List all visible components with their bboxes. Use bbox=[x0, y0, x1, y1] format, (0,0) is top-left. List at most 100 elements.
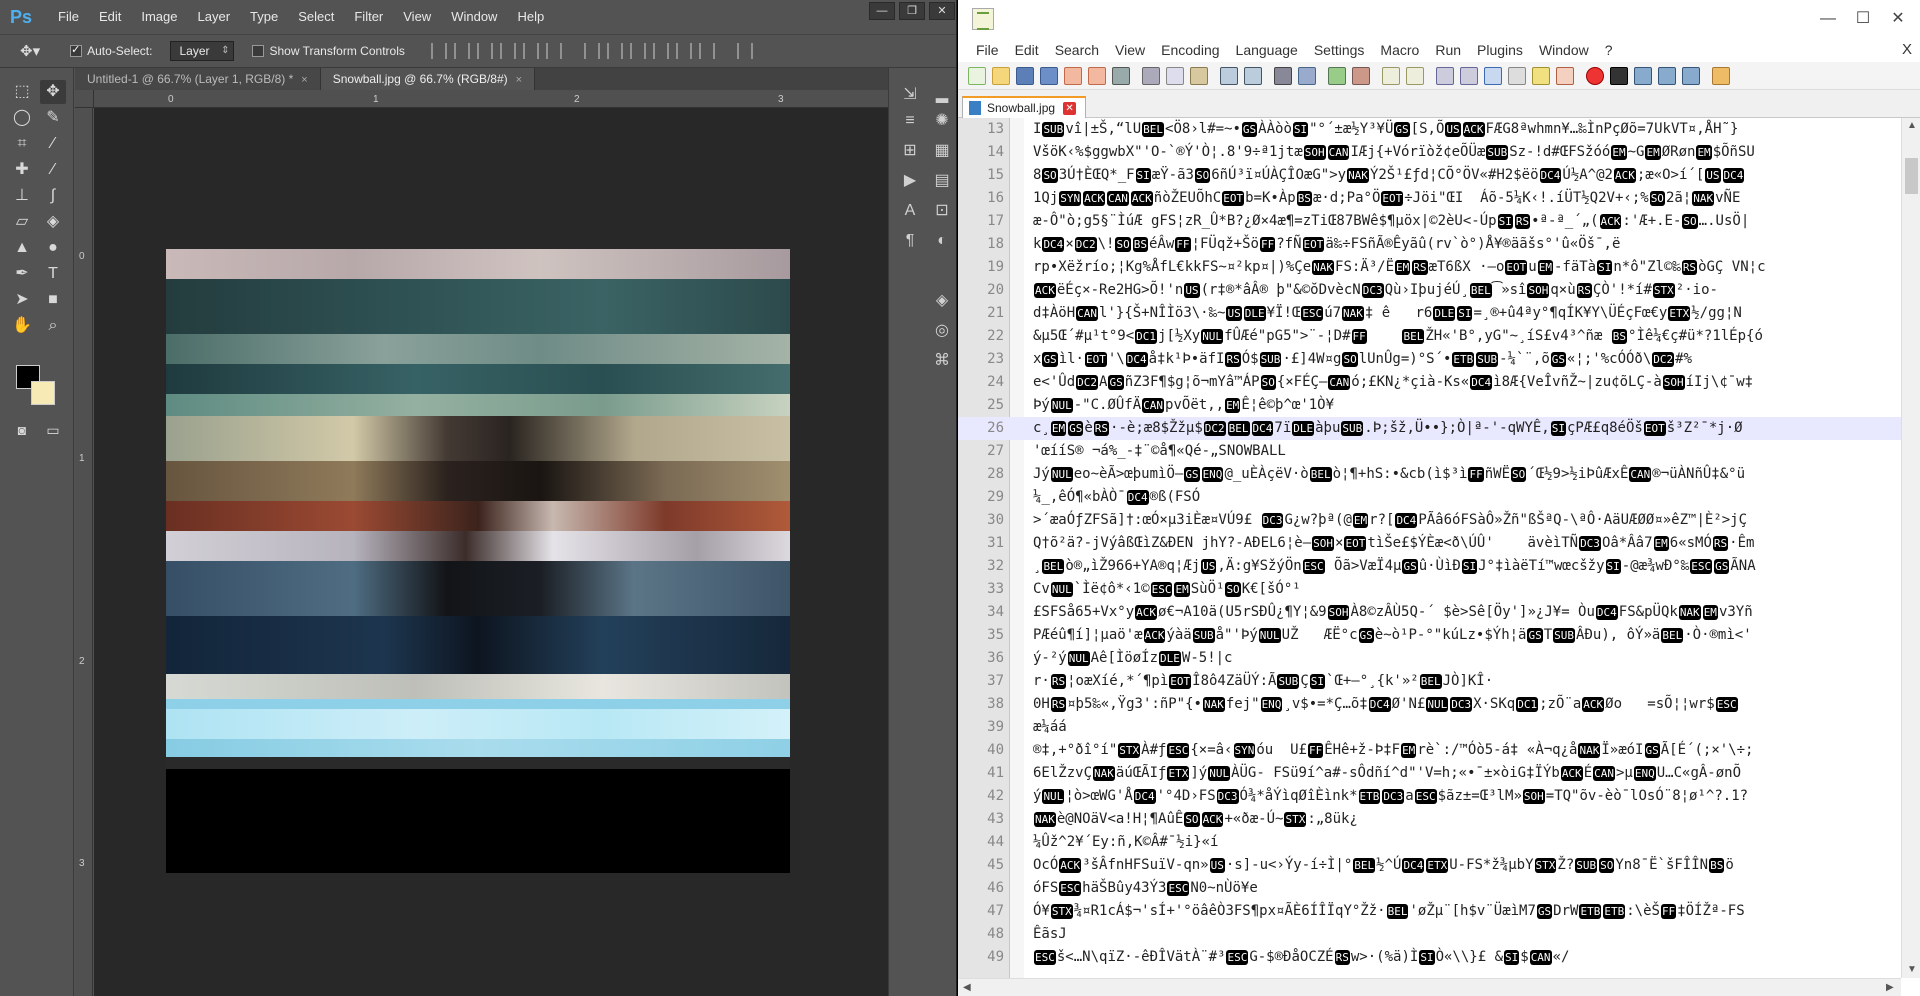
find-icon[interactable] bbox=[1274, 67, 1292, 85]
code-line[interactable]: 28 Jý NUL eo~èÃ>œþumìÖ— GS ENQ @_uÈÀçëV·ò BEL ò¦… bbox=[958, 463, 1901, 486]
npp-menu-window[interactable]: Window bbox=[1531, 38, 1597, 62]
code-line[interactable]: 14 VšöK‹%$ggwbX"'O-`®Ý'Ò¦.8'9÷ª1jtæ SOH CAN… bbox=[958, 141, 1901, 164]
brush-panel-icon[interactable]: ⊞ bbox=[895, 138, 925, 164]
npp-editor[interactable]: 13 I SUB vî|±Š,“lU BEL <Ö8›l#=~• GS ÀÀòò SI "°´±æ… bbox=[958, 118, 1901, 978]
lasso-tool-icon[interactable]: ◯ bbox=[9, 106, 35, 130]
styles-panel-icon[interactable]: ⊡ bbox=[927, 198, 956, 224]
distribute-right-icon[interactable] bbox=[698, 43, 715, 59]
code-line[interactable]: 13 I SUB vî|±Š,“lU BEL <Ö8›l#=~• GS ÀÀòò SI "°´±æ… bbox=[958, 118, 1901, 141]
distribute-vcenter-icon[interactable] bbox=[606, 43, 623, 59]
blur-tool-icon[interactable]: ▲ bbox=[9, 236, 35, 260]
character-panel-icon[interactable]: A bbox=[895, 198, 925, 224]
code-line[interactable]: 20 ACK ëÉç×-Re2HG>Õ!'n US (r‡®*âÂ® þ"&©ŏDvèc… bbox=[958, 279, 1901, 302]
ps-menu-file[interactable]: File bbox=[48, 0, 89, 34]
code-line[interactable]: 27 'œííS® ¬á%_-‡¨©å¶«Qé-„SNOWBALL bbox=[958, 440, 1901, 463]
marquee-tool-icon[interactable]: ⬚ bbox=[9, 80, 35, 104]
code-line[interactable]: 49 ESC š<…N\qïZ·-êÐÎVätÀ¨#³ ESC G-$®ÐåOCZÉ RS… bbox=[958, 946, 1901, 969]
quick-select-tool-icon[interactable]: ✎ bbox=[40, 106, 66, 130]
record-macro-icon[interactable] bbox=[1586, 67, 1604, 85]
npp-menu-help[interactable]: ? bbox=[1597, 38, 1621, 62]
code-line[interactable]: 37 r· RS ¦oæXíé,*´¶pì EOT Î8ô4ZäÜÝ:Ã SUB Ç SI `Œ+… bbox=[958, 670, 1901, 693]
code-line[interactable]: 48 ÊãsJ bbox=[958, 923, 1901, 946]
auto-select-dropdown[interactable]: Layer bbox=[170, 41, 235, 61]
plugin-icon[interactable] bbox=[1712, 67, 1730, 85]
save-macro-icon[interactable] bbox=[1682, 67, 1700, 85]
npp-menu-macro[interactable]: Macro bbox=[1372, 38, 1427, 62]
close-icon[interactable]: ✕ bbox=[1063, 101, 1077, 115]
code-line[interactable]: 47 Ó¥ STX ¾¤R1cÁ$¬'sÍ+'°öâêÒ3FS¶px¤ÃÈ6ÍÎÏqY… bbox=[958, 900, 1901, 923]
open-file-icon[interactable] bbox=[992, 67, 1010, 85]
npp-menu-encoding[interactable]: Encoding bbox=[1153, 38, 1227, 62]
ps-menu-type[interactable]: Type bbox=[240, 0, 288, 34]
undo-icon[interactable] bbox=[1220, 67, 1238, 85]
code-line[interactable]: 36 ý-²ý NUL Aê[ÌöøÍz DLE W-5!|c bbox=[958, 647, 1901, 670]
type-tool-icon[interactable]: T bbox=[40, 262, 66, 286]
scroll-up-icon[interactable]: ▲ bbox=[1907, 120, 1917, 131]
close-icon[interactable]: × bbox=[301, 74, 307, 86]
code-line[interactable]: 38 0H RS ¤þ5‰«,Ÿg3':ñP"{• NAK fej" ENQ ¸v$•=*Ç…… bbox=[958, 693, 1901, 716]
npp-menu-view[interactable]: View bbox=[1107, 38, 1153, 62]
history-brush-icon[interactable]: ∫ bbox=[40, 184, 66, 208]
shape-tool-icon[interactable]: ■ bbox=[40, 288, 66, 312]
word-wrap-icon[interactable] bbox=[1436, 67, 1454, 85]
play-action-icon[interactable]: ▶ bbox=[895, 168, 925, 194]
code-line[interactable]: 39 æ¼áá bbox=[958, 716, 1901, 739]
new-file-icon[interactable] bbox=[968, 67, 986, 85]
auto-select-checkbox[interactable] bbox=[70, 43, 83, 57]
code-line[interactable]: 42 ý NUL ¦ò>œWG'Å DC4 '°4D›FS DC3 Ó¾*åÝìqØîÈìnk… bbox=[958, 785, 1901, 808]
move-tool-icon[interactable]: ✥▾ bbox=[20, 42, 40, 60]
paths-panel-icon[interactable]: ⌘ bbox=[927, 348, 956, 374]
code-line[interactable]: 34 £SFSå65+Vx°y ACK ø€¬A10ä(U5rSÐÛ¿¶Y¦&9 SOH… bbox=[958, 601, 1901, 624]
align-top-icon[interactable] bbox=[430, 43, 447, 59]
horizontal-scrollbar[interactable]: ◀ ▶ bbox=[958, 978, 1901, 996]
copy-icon[interactable] bbox=[1166, 67, 1184, 85]
ps-minimize-button[interactable]: — bbox=[869, 2, 895, 20]
zoom-out-icon[interactable] bbox=[1352, 67, 1370, 85]
run-macro-multiple-icon[interactable] bbox=[1658, 67, 1676, 85]
ps-menu-help[interactable]: Help bbox=[507, 0, 554, 34]
properties-panel-icon[interactable]: ≡ bbox=[895, 108, 925, 134]
distribute-left-icon[interactable] bbox=[652, 43, 669, 59]
scroll-down-icon[interactable]: ▼ bbox=[1907, 964, 1917, 975]
quick-mask-icon[interactable]: ◙ bbox=[9, 418, 35, 442]
layers-panel-icon[interactable]: ◈ bbox=[927, 288, 956, 314]
crop-tool-icon[interactable]: ⌗ bbox=[9, 132, 35, 156]
code-line[interactable]: 24 e<'Ûd DC2 A GS ñZ3F¶$g¦õ¬mYâ™ÁP SO {×FÉÇ— CAN… bbox=[958, 371, 1901, 394]
horizontal-ruler[interactable]: 0 1 2 3 bbox=[94, 90, 888, 108]
align-hcenter-icon[interactable] bbox=[522, 43, 539, 59]
npp-menu-plugins[interactable]: Plugins bbox=[1469, 38, 1531, 62]
redo-icon[interactable] bbox=[1244, 67, 1262, 85]
move-tool-icon[interactable]: ✥ bbox=[40, 80, 66, 104]
path-select-tool-icon[interactable]: ➤ bbox=[9, 288, 35, 312]
ps-menu-window[interactable]: Window bbox=[441, 0, 507, 34]
code-line[interactable]: 25 Þý NUL -"C.ØÛfÄ CAN pvÕët,‚ EM Ê¦ê©þ^œ'1Ò¥ bbox=[958, 394, 1901, 417]
ps-menu-layer[interactable]: Layer bbox=[188, 0, 241, 34]
npp-minimize-button[interactable]: — bbox=[1813, 8, 1843, 30]
ps-menu-edit[interactable]: Edit bbox=[89, 0, 131, 34]
code-line[interactable]: 23 x GS ìl· EOT '\ DC4 å‡k¹Þ•äfI RS Ó$ SUB ·£]4W¤g S… bbox=[958, 348, 1901, 371]
code-line[interactable]: 22 &µ5Œ´#µ¹t°9< DC1 j[½Xy NUL fÛÆé"pG5">¨-¦D#… bbox=[958, 325, 1901, 348]
stamp-tool-icon[interactable]: ⊥ bbox=[9, 184, 35, 208]
npp-menu-file[interactable]: File bbox=[968, 38, 1007, 62]
function-list-icon[interactable] bbox=[1556, 67, 1574, 85]
stop-macro-icon[interactable] bbox=[1610, 67, 1628, 85]
align-left-icon[interactable] bbox=[499, 43, 516, 59]
hand-tool-icon[interactable]: ✋ bbox=[9, 314, 35, 338]
code-line[interactable]: 35 PÆéû¶í]¦µaö'æ ACK ýàä SUB å"'Þý NUL UŽ ÆË°c G… bbox=[958, 624, 1901, 647]
npp-menu-language[interactable]: Language bbox=[1228, 38, 1306, 62]
code-line[interactable]: 19 rp•Xëžrío;¦Kg%ÅfL€kkFS~¤²kp¤|)%Çe NAK FS… bbox=[958, 256, 1901, 279]
healing-tool-icon[interactable]: ✚ bbox=[9, 158, 35, 182]
align-bottom-icon[interactable] bbox=[476, 43, 493, 59]
close-icon[interactable]: × bbox=[516, 74, 522, 86]
background-color-swatch[interactable] bbox=[31, 381, 55, 405]
screen-mode-icon[interactable]: ▭ bbox=[40, 418, 66, 442]
npp-tab-snowball[interactable]: Snowball.jpg ✕ bbox=[962, 96, 1086, 118]
code-line[interactable]: 21 d‡ÀöH CAN l'}{Š+NÎÌö3\·‰~ US DLE ¥Ï!Œ ESC ú7 N… bbox=[958, 302, 1901, 325]
ps-menu-image[interactable]: Image bbox=[131, 0, 187, 34]
ps-tab-untitled[interactable]: Untitled-1 @ 66.7% (Layer 1, RGB/8) * × bbox=[75, 68, 321, 90]
histogram-panel-icon[interactable]: ▂ bbox=[927, 82, 956, 108]
code-line[interactable]: 40 ®‡,+°ðî°í" STX À#ƒ ESC {×=â‹ SYN óu U£ FF ÊHê+… bbox=[958, 739, 1901, 762]
code-line[interactable]: 46 óFS ESC häŠBûy43Ý3 ESC N0~nÙö¥e bbox=[958, 877, 1901, 900]
print-icon[interactable] bbox=[1112, 67, 1130, 85]
show-transform-checkbox[interactable] bbox=[252, 45, 265, 57]
